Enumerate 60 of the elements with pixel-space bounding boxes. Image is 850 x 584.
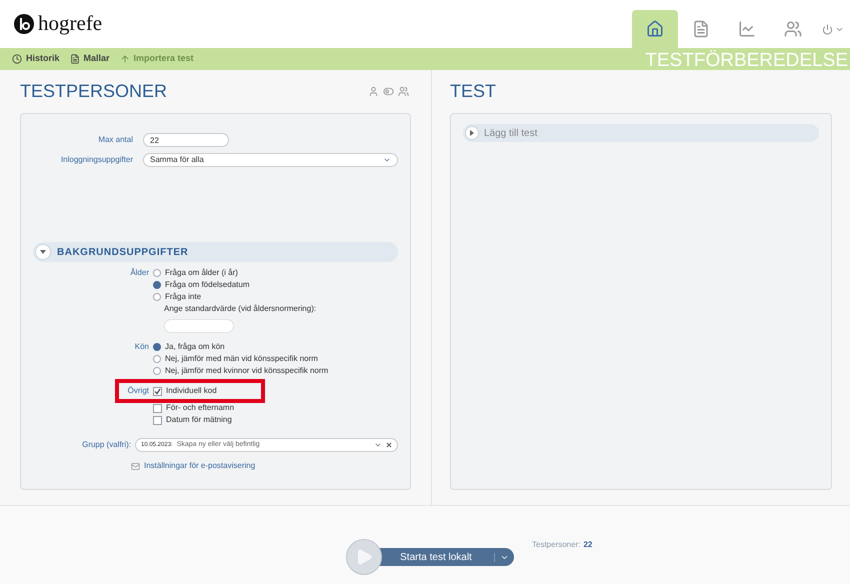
toolbar-button[interactable]: Historik bbox=[12, 52, 60, 66]
caret-icon[interactable] bbox=[374, 441, 382, 449]
field-label: Grupp (valfri): bbox=[81, 439, 132, 451]
option-label: Fråga om födelsedatum bbox=[165, 279, 250, 291]
radio-button[interactable] bbox=[153, 293, 161, 301]
field-label: Inloggningsuppgifter bbox=[60, 154, 134, 166]
count-value: 22 bbox=[583, 539, 592, 551]
option-label: Individuell kod bbox=[166, 385, 217, 397]
nav-tab[interactable] bbox=[632, 10, 678, 48]
panel-title: TEST bbox=[450, 80, 496, 103]
toolbar-button[interactable]: Mallar bbox=[70, 52, 110, 66]
radio-button[interactable] bbox=[153, 367, 161, 375]
checkmark-icon bbox=[154, 388, 161, 394]
chart-icon bbox=[738, 20, 756, 38]
play-icon bbox=[355, 548, 373, 566]
hint-text: Ange standardvärde (vid åldersnormering): bbox=[164, 303, 318, 315]
caret-icon bbox=[469, 130, 475, 136]
people-icon bbox=[784, 20, 802, 38]
document-icon bbox=[692, 20, 710, 38]
radio-button[interactable] bbox=[153, 281, 161, 289]
input-field[interactable] bbox=[164, 319, 234, 333]
count-label: Testpersoner: bbox=[532, 539, 580, 551]
people-icon[interactable] bbox=[398, 86, 409, 97]
caret-icon bbox=[40, 249, 46, 255]
power-icon[interactable] bbox=[822, 24, 833, 34]
input-field[interactable]: 22 bbox=[143, 133, 229, 147]
checkbox[interactable] bbox=[153, 404, 162, 412]
option-label: Ja, fråga om kön bbox=[165, 341, 225, 353]
start-button[interactable]: Starta test lokalt bbox=[378, 548, 514, 566]
arrow-icon bbox=[120, 54, 130, 64]
clock-icon bbox=[12, 54, 22, 64]
radio-button[interactable] bbox=[153, 269, 161, 277]
checkbox[interactable] bbox=[153, 386, 162, 396]
logo-icon bbox=[14, 14, 34, 34]
group-label: Ålder bbox=[130, 267, 149, 279]
panel-title: TESTPERSONER bbox=[20, 80, 168, 103]
option-label: Nej, jämför med kvinnor vid könsspecifik norm bbox=[165, 365, 328, 377]
email-settings-link[interactable]: Inställningar för e-postavisering bbox=[144, 460, 256, 472]
radio-button[interactable] bbox=[153, 343, 161, 351]
clear-icon[interactable] bbox=[386, 442, 392, 448]
radio-button[interactable] bbox=[153, 355, 161, 363]
section-title: TESTFÖRBEREDELSE bbox=[645, 51, 848, 70]
document-icon bbox=[70, 54, 80, 64]
option-label: För- och efternamn bbox=[166, 402, 234, 414]
group-label: Övrigt bbox=[128, 385, 149, 397]
option-label: Fråga inte bbox=[165, 291, 202, 303]
option-label: Nej, jämför med män vid könsspecifik norm bbox=[165, 353, 318, 365]
select-field[interactable]: Samma för alla bbox=[143, 153, 398, 167]
section-header[interactable]: BAKGRUNDSUPPGIFTER bbox=[33, 242, 398, 262]
mail-icon bbox=[131, 462, 140, 470]
field-label: Max antal bbox=[97, 134, 134, 146]
person-icon[interactable] bbox=[368, 86, 379, 97]
logo-text: hogrefe bbox=[38, 10, 102, 38]
option-label: Datum för mätning bbox=[166, 414, 232, 426]
home-icon bbox=[646, 20, 664, 38]
toggle-icon[interactable] bbox=[383, 86, 394, 97]
checkbox[interactable] bbox=[153, 416, 162, 424]
group-label: Kön bbox=[134, 341, 149, 353]
caret-icon bbox=[383, 156, 391, 164]
option-label: Fråga om ålder (i år) bbox=[165, 267, 238, 279]
